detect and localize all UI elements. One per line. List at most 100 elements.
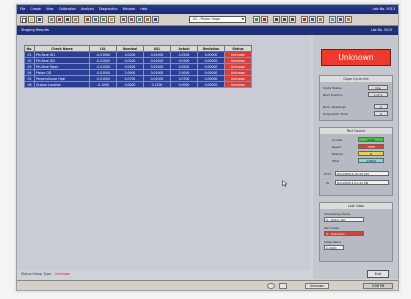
- taskbar-circle-icon[interactable]: [267, 283, 275, 289]
- cell-status: Unknown: [224, 81, 252, 88]
- page-title: Staging Results: [21, 28, 49, 32]
- cell-check-name: Groove Location: [34, 81, 90, 88]
- taskbar: Unknown 3:08 PM: [17, 280, 398, 290]
- classifying-check-value: 4 - Piston OD: [324, 217, 364, 222]
- results-pane: No. Check Name LSL Nominal USL Actual De…: [17, 35, 311, 270]
- lab-label: Lab No. 5013: [370, 28, 392, 32]
- menu-file[interactable]: File: [20, 7, 25, 11]
- lock-icon[interactable]: [345, 16, 352, 23]
- check-select-value: 02 - Piston Gage: [193, 17, 221, 21]
- menu-help[interactable]: Help: [140, 7, 147, 11]
- menu-view[interactable]: View: [46, 7, 54, 11]
- setup-status-line: Status Setup Type: Unknown: [21, 271, 309, 278]
- next-icon[interactable]: [289, 16, 296, 23]
- table-icon[interactable]: [100, 16, 107, 23]
- class-value-value: 0.0000: [324, 245, 344, 250]
- chevron-down-icon: ▼: [241, 17, 244, 21]
- menu-items: File Create View Calibration Analysis Di…: [20, 5, 151, 14]
- acquisition-time-label: Acquisition Time: [323, 112, 348, 116]
- alert-icon[interactable]: [301, 16, 308, 23]
- results-table: No. Check Name LSL Nominal USL Actual De…: [24, 45, 252, 88]
- clock: 3:08 PM: [363, 283, 393, 289]
- menu-bar: File Create View Calibration Analysis Di…: [17, 5, 398, 14]
- table-row[interactable]: 06 Groove Location -0.1000 0.0000 0.1200…: [24, 81, 252, 88]
- cycle-status-value: Idle: [368, 85, 388, 90]
- part-counts-title: Part Counts: [320, 128, 392, 134]
- side-panel: Unknown Gage Cycle Info Cycle Status Idl…: [313, 35, 398, 279]
- total-label: Total: [332, 159, 340, 163]
- acquisition-time-value: 0: [374, 111, 388, 116]
- menu-diagnostics[interactable]: Diagnostics: [99, 7, 118, 11]
- cut-icon[interactable]: [56, 16, 63, 23]
- calibrate-icon[interactable]: [128, 16, 135, 23]
- gage-icon[interactable]: [108, 16, 115, 23]
- paste-icon[interactable]: [72, 16, 79, 23]
- print-icon[interactable]: [48, 16, 55, 23]
- stats-icon[interactable]: [136, 16, 143, 23]
- next-position-value: 1 of 4: [368, 92, 388, 97]
- next-position-label: Next Position: [323, 93, 343, 97]
- from-label: From: [324, 172, 332, 176]
- class-value-label: Class Value: [324, 240, 342, 244]
- open-icon[interactable]: [28, 16, 35, 23]
- menu-calibration[interactable]: Calibration: [59, 7, 76, 11]
- setup-type-value: Unknown: [54, 272, 71, 276]
- taskbar-item[interactable]: Unknown: [305, 283, 329, 289]
- measure-icon[interactable]: [309, 16, 316, 23]
- accept-count: 1990: [358, 137, 384, 142]
- gage-cycle-panel: Gage Cycle Info Cycle Status Idle Next P…: [319, 75, 393, 121]
- report-icon[interactable]: [144, 16, 151, 23]
- part-class-label: Part Class: [324, 226, 339, 230]
- toolbar: 02 - Piston Gage ▼: [17, 14, 398, 26]
- cycle-status-label: Cycle Status: [323, 86, 342, 90]
- prev-icon[interactable]: [281, 16, 288, 23]
- copy-icon[interactable]: [64, 16, 71, 23]
- help-icon[interactable]: [152, 16, 159, 23]
- app-window: File Create View Calibration Analysis Di…: [16, 4, 399, 291]
- run-icon[interactable]: [253, 16, 260, 23]
- check-select[interactable]: 02 - Piston Gage ▼: [189, 16, 246, 23]
- rework-count: 8: [358, 151, 384, 156]
- cell-no: 06: [24, 81, 35, 88]
- rework-label: Rework: [332, 152, 344, 156]
- menu-window[interactable]: Window: [123, 7, 136, 11]
- reject-count: 7958: [358, 144, 384, 149]
- zero-icon[interactable]: [317, 16, 324, 23]
- last-class-title: Last Class: [320, 203, 392, 209]
- menu-create[interactable]: Create: [30, 7, 41, 11]
- cell-lsl: -0.1000: [89, 81, 117, 88]
- total-count: 17804: [358, 158, 384, 163]
- num-readings-label: Num. Readings: [323, 105, 346, 109]
- home-icon[interactable]: [329, 16, 336, 23]
- first-icon[interactable]: [273, 16, 280, 23]
- part-counts-panel: Part Counts Accept 1990 Reject 7958 Rewo…: [319, 127, 393, 196]
- taskbar-square-icon[interactable]: [279, 283, 287, 289]
- num-readings-value: 0: [374, 104, 388, 109]
- to-label: To: [326, 181, 330, 185]
- chart-icon[interactable]: [84, 16, 91, 23]
- mouse-cursor-icon: [282, 180, 287, 187]
- part-status-indicator: Unknown: [321, 49, 391, 66]
- from-date: 8/2/2006 9:15:43 AM: [335, 171, 389, 176]
- accept-label: Accept: [332, 138, 343, 142]
- menu-analysis[interactable]: Analysis: [81, 7, 94, 11]
- save-icon[interactable]: [36, 16, 43, 23]
- results-header: Staging Results Lab No. 5013: [17, 26, 398, 35]
- to-date: 8/2/2006 4:01:32 PM: [335, 180, 389, 185]
- cell-nominal: 0.0000: [116, 81, 144, 88]
- cell-deviation: 0.00000: [197, 81, 225, 88]
- cell-actual: 0.0000: [170, 81, 198, 88]
- reject-label: Reject: [332, 145, 342, 149]
- settings-icon[interactable]: [120, 16, 127, 23]
- graph-icon[interactable]: [92, 16, 99, 23]
- exit-button[interactable]: Exit: [367, 270, 389, 278]
- cell-usl: 0.1200: [143, 81, 171, 88]
- setup-type-label: Status Setup Type:: [21, 272, 52, 276]
- gage-cycle-title: Gage Cycle Info: [320, 76, 392, 82]
- exit-label: Exit: [374, 272, 382, 276]
- last-class-panel: Last Class Classifying Check 4 - Piston …: [319, 202, 393, 262]
- new-icon[interactable]: [20, 16, 27, 23]
- part-class-value: 5 - Unknown: [324, 231, 364, 236]
- info-icon[interactable]: [337, 16, 344, 23]
- stop-icon[interactable]: [261, 16, 268, 23]
